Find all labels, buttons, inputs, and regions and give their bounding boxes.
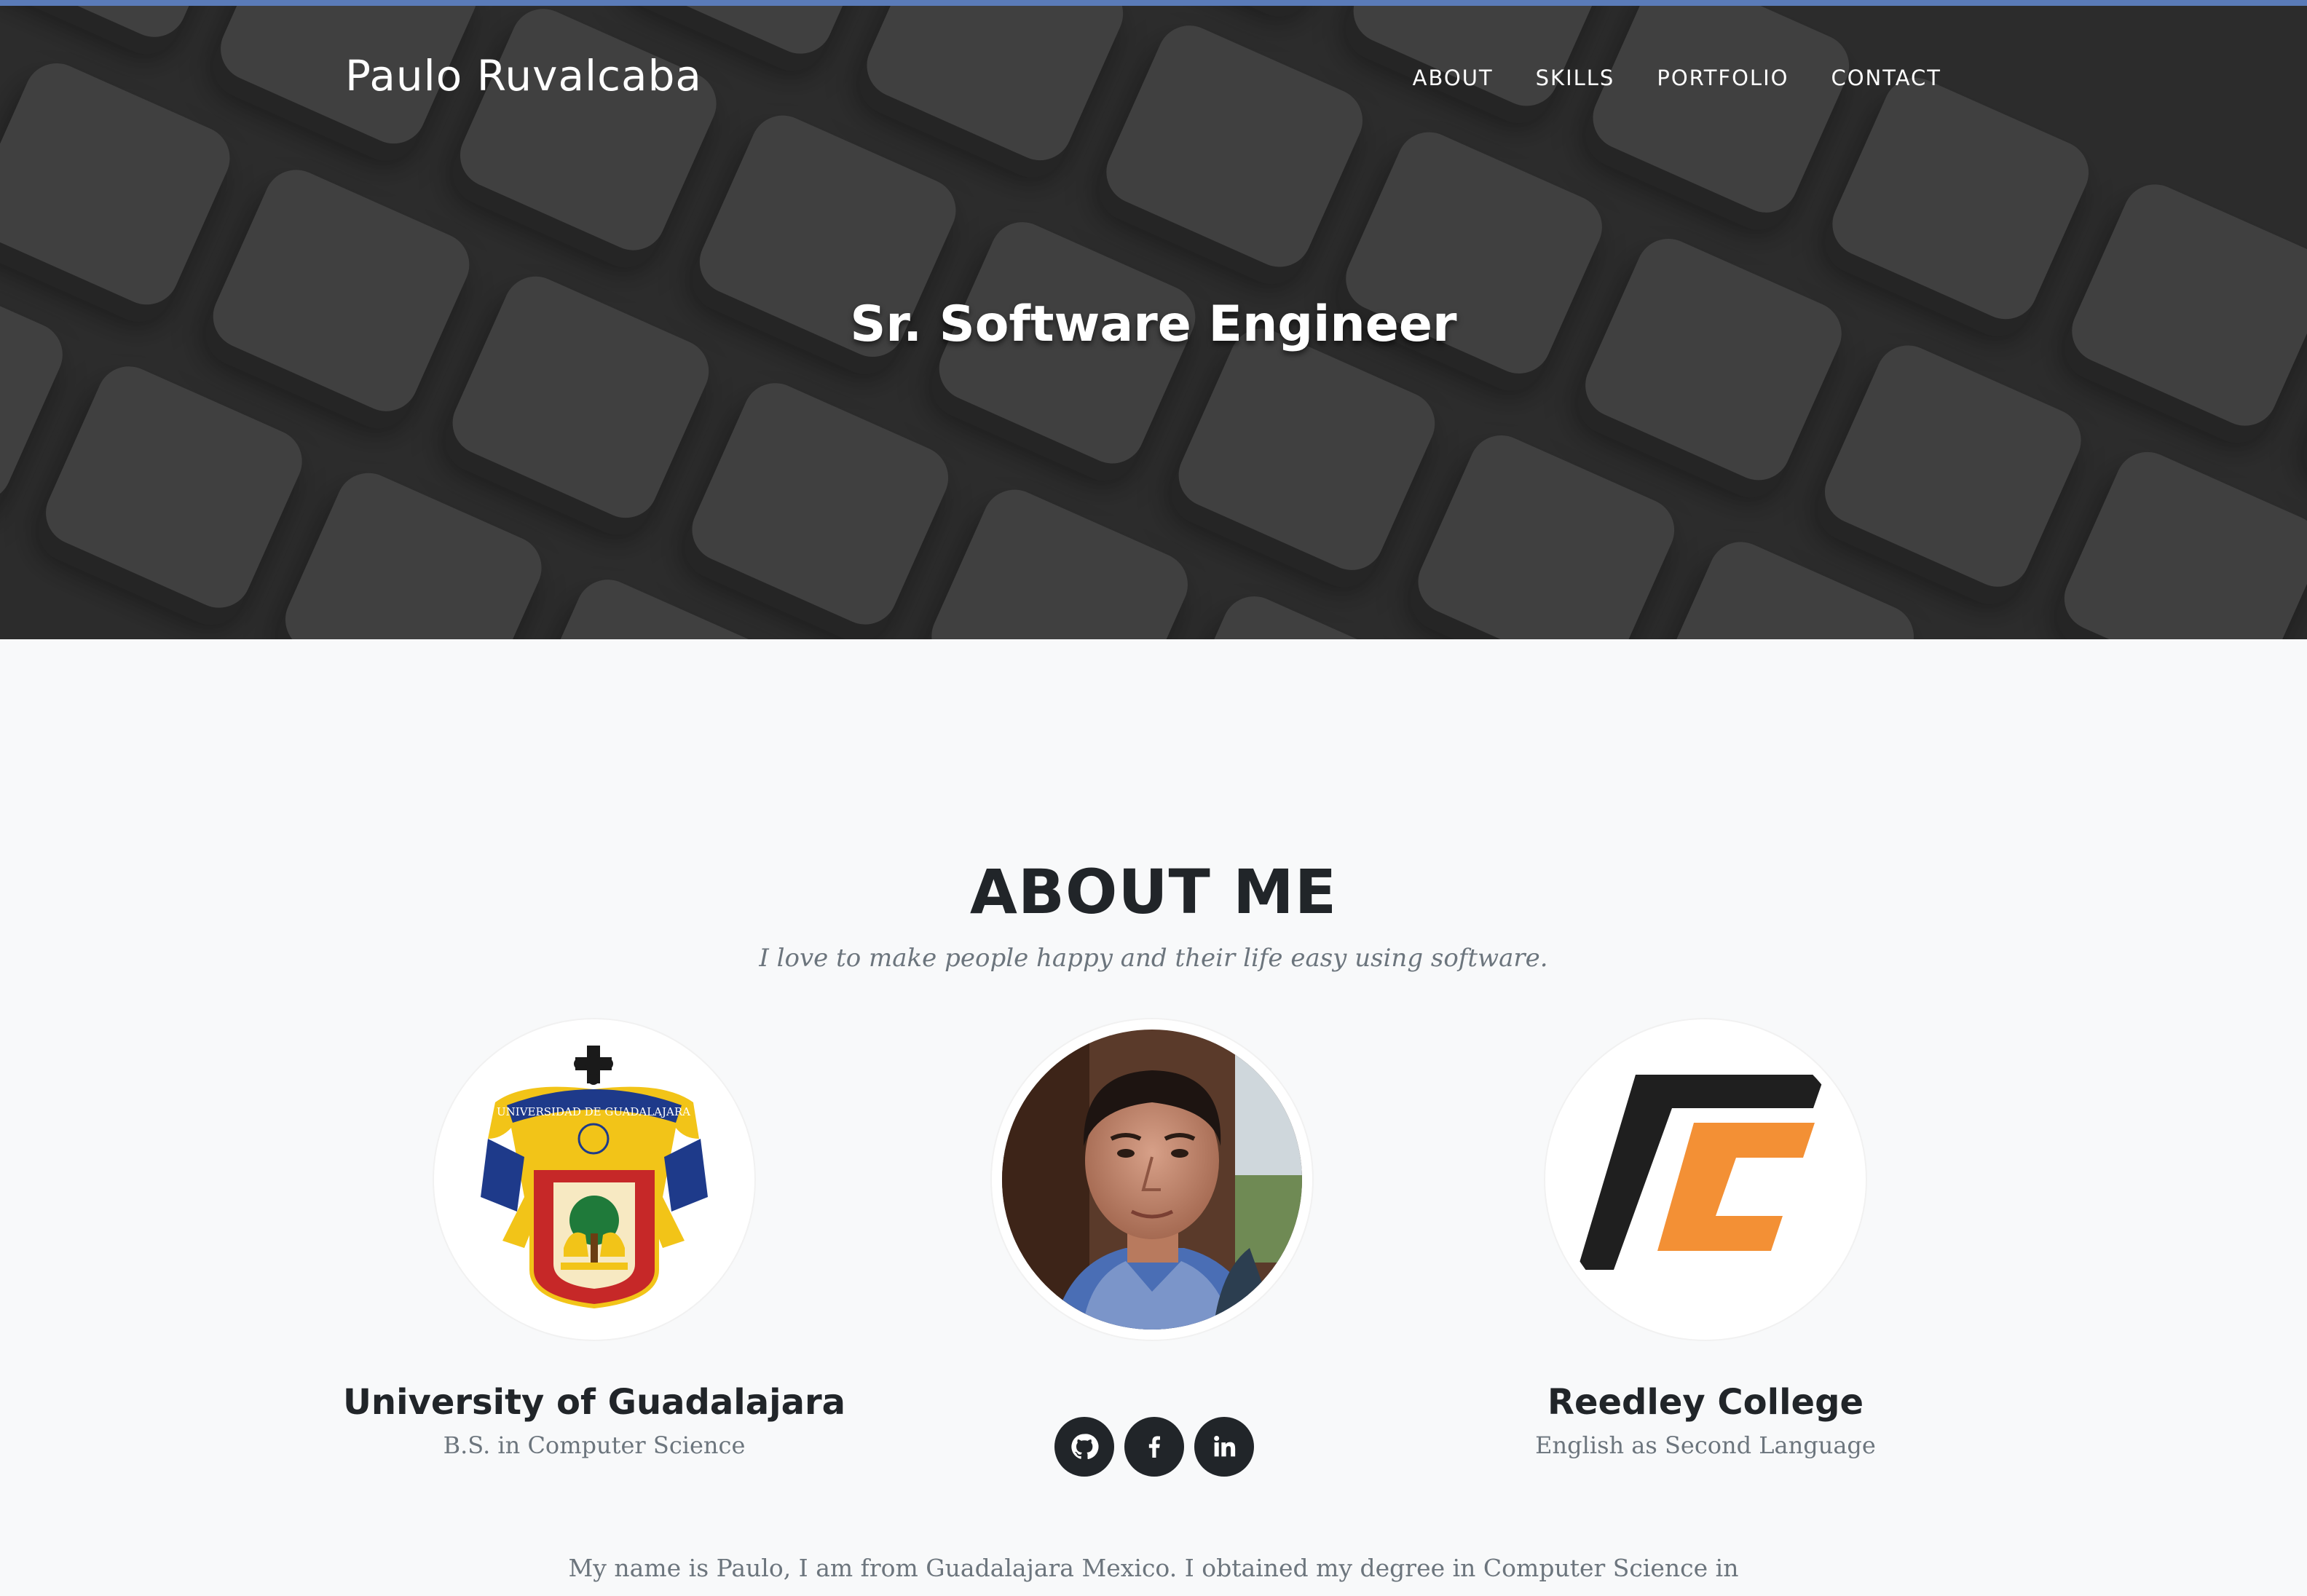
reedley-logo: [1545, 1019, 1866, 1340]
social-links: [1054, 1417, 1254, 1477]
about-subheading: I love to make people happy and their li…: [759, 944, 1548, 973]
main-nav: ABOUT SKILLS PORTFOLIO CONTACT: [1413, 66, 1941, 90]
github-icon[interactable]: [1054, 1417, 1114, 1477]
bio-text: My name is Paulo, I am from Guadalajara …: [568, 1554, 1739, 1582]
nav-skills[interactable]: SKILLS: [1536, 66, 1615, 90]
svg-text:UNIVERSIDAD DE GUADALAJARA: UNIVERSIDAD DE GUADALAJARA: [497, 1105, 690, 1118]
nav-about[interactable]: ABOUT: [1413, 66, 1494, 90]
school-name-reedley: Reedley College: [1547, 1382, 1864, 1423]
hero-title: Sr. Software Engineer: [850, 296, 1457, 353]
school-name-udg: University of Guadalajara: [342, 1382, 846, 1423]
brand-link[interactable]: Paulo Ruvalcaba: [345, 51, 702, 100]
top-accent-strip: [0, 0, 2307, 6]
nav-portfolio[interactable]: PORTFOLIO: [1657, 66, 1789, 90]
profile-photo: [992, 1019, 1312, 1340]
linkedin-icon[interactable]: [1194, 1417, 1254, 1477]
hero-header: Paulo Ruvalcaba ABOUT SKILLS PORTFOLIO C…: [0, 6, 2307, 639]
about-heading: ABOUT ME: [969, 856, 1338, 928]
school-degree-reedley: English as Second Language: [1535, 1431, 1876, 1459]
school-degree-udg: B.S. in Computer Science: [443, 1431, 746, 1459]
facebook-icon[interactable]: [1124, 1417, 1184, 1477]
nav-contact[interactable]: CONTACT: [1831, 66, 1941, 90]
udg-logo: UNIVERSIDAD DE GUADALAJARA: [434, 1019, 754, 1340]
